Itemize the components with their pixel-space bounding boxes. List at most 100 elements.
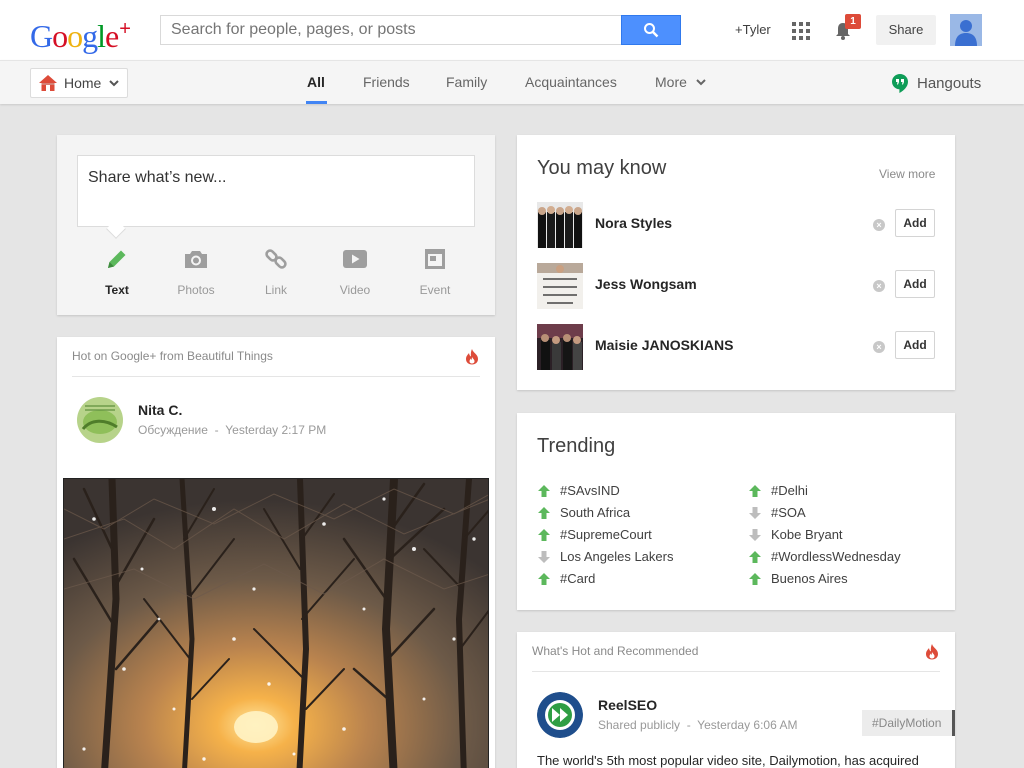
chevron-down-icon <box>696 78 706 85</box>
author-avatar-image <box>77 397 123 443</box>
person-name[interactable]: Maisie JANOSKIANS <box>595 337 733 353</box>
you-may-know-card: You may know View more Nora Styles × Add <box>517 135 955 390</box>
share-option-label: Link <box>264 283 287 297</box>
share-input[interactable]: Share what’s new... <box>77 155 475 227</box>
share-option-text[interactable]: Text <box>87 245 147 297</box>
search-icon <box>644 23 659 38</box>
share-option-photos[interactable]: Photos <box>166 245 226 297</box>
share-option-video[interactable]: Video <box>325 245 385 297</box>
trend-arrow <box>748 506 762 520</box>
trending-topic-label: Kobe Bryant <box>771 527 843 542</box>
share-option-link[interactable]: Link <box>246 245 306 297</box>
trend-up-arrow-icon <box>749 572 761 585</box>
user-avatar[interactable] <box>950 14 982 46</box>
pencil-icon <box>108 250 126 268</box>
share-option-label: Photos <box>177 283 215 297</box>
trend-up-arrow-icon <box>538 484 550 497</box>
tab-family[interactable]: Family <box>446 74 487 90</box>
trend-arrow <box>748 550 762 564</box>
add-person-button[interactable]: Add <box>895 270 935 298</box>
google-plus-logo[interactable]: Google+ <box>30 10 131 55</box>
share-button[interactable]: Share <box>876 15 936 45</box>
home-dropdown[interactable]: Home <box>30 68 128 98</box>
post-image[interactable] <box>63 478 489 768</box>
active-tab-indicator <box>306 101 327 104</box>
whats-hot-heading[interactable]: What's Hot and Recommended <box>532 644 698 658</box>
stream-nav-bar: Home All Friends Family Acquaintances Mo… <box>0 60 1024 104</box>
person-avatar[interactable] <box>537 324 583 370</box>
trending-topic[interactable]: Buenos Aires <box>748 571 848 586</box>
trending-topic[interactable]: Kobe Bryant <box>748 527 843 542</box>
trending-topic[interactable]: #SOA <box>748 505 806 520</box>
trending-topic-label: Los Angeles Lakers <box>560 549 674 564</box>
trend-arrow <box>748 572 762 586</box>
post-text: The world's 5th most popular video site,… <box>537 753 919 768</box>
flame-icon <box>926 644 938 660</box>
hangouts-label: Hangouts <box>917 75 982 92</box>
trend-arrow <box>748 484 762 498</box>
trend-up-arrow-icon <box>538 572 550 585</box>
tab-friends[interactable]: Friends <box>363 74 410 90</box>
tab-all[interactable]: All <box>307 74 325 90</box>
post-meta[interactable]: Обсуждение - Yesterday 2:17 PM <box>138 423 326 437</box>
dismiss-suggestion-icon[interactable]: × <box>873 219 885 231</box>
author-avatar[interactable] <box>77 397 123 443</box>
share-option-label: Event <box>419 283 451 297</box>
author-avatar[interactable] <box>537 692 583 738</box>
trend-arrow <box>537 550 551 564</box>
person-photo <box>537 263 583 309</box>
trending-topic[interactable]: #WordlessWednesday <box>748 549 901 564</box>
dismiss-suggestion-icon[interactable]: × <box>873 280 885 292</box>
trend-down-arrow-icon <box>749 528 761 541</box>
post-meta[interactable]: Shared publicly - Yesterday 6:06 AM <box>598 718 797 732</box>
share-option-label: Text <box>105 283 129 297</box>
person-avatar[interactable] <box>537 263 583 309</box>
share-option-event[interactable]: Event <box>405 245 465 297</box>
chevron-down-icon <box>109 79 120 86</box>
trend-up-arrow-icon <box>749 550 761 563</box>
search-button[interactable] <box>621 15 681 45</box>
video-icon <box>343 250 367 268</box>
tab-acquaintances[interactable]: Acquaintances <box>525 74 617 90</box>
notification-badge[interactable]: 1 <box>845 14 861 29</box>
home-icon <box>39 75 57 91</box>
suggested-person: Nora Styles × Add <box>537 202 937 248</box>
hot-post-heading[interactable]: Hot on Google+ from Beautiful Things <box>72 349 273 363</box>
view-more-link[interactable]: View more <box>879 167 935 181</box>
whats-hot-card: What's Hot and Recommended ReelSEO Share… <box>517 632 955 768</box>
dismiss-suggestion-icon[interactable]: × <box>873 341 885 353</box>
hashtag-chip[interactable]: #DailyMotion <box>862 710 955 736</box>
reelseo-logo-icon <box>537 692 583 738</box>
person-name[interactable]: Jess Wongsam <box>595 276 697 292</box>
divider <box>532 671 940 672</box>
link-icon <box>265 249 287 269</box>
search-input[interactable] <box>160 15 621 45</box>
trending-topic[interactable]: #SAvsIND <box>537 483 620 498</box>
author-name[interactable]: ReelSEO <box>598 697 657 713</box>
trending-topic[interactable]: South Africa <box>537 505 630 520</box>
tab-more[interactable]: More <box>655 74 706 90</box>
author-name[interactable]: Nita C. <box>138 402 182 418</box>
apps-grid-icon[interactable] <box>792 22 810 40</box>
add-person-button[interactable]: Add <box>895 209 935 237</box>
trending-topic[interactable]: #Card <box>537 571 595 586</box>
camera-icon <box>185 251 207 268</box>
you-may-know-title: You may know <box>537 157 667 179</box>
add-person-button[interactable]: Add <box>895 331 935 359</box>
person-avatar[interactable] <box>537 202 583 248</box>
trend-arrow <box>537 484 551 498</box>
person-name[interactable]: Nora Styles <box>595 215 672 231</box>
profile-link[interactable]: +Tyler <box>735 22 771 37</box>
trending-topic[interactable]: #SupremeCourt <box>537 527 652 542</box>
hangouts-button[interactable]: Hangouts <box>891 73 981 94</box>
trend-up-arrow-icon <box>538 506 550 519</box>
tab-more-label: More <box>655 74 687 90</box>
event-icon <box>425 249 445 269</box>
person-photo <box>537 202 583 248</box>
trending-card: Trending #SAvsIND South Africa #SupremeCou… <box>517 413 955 610</box>
winter-forest-photo <box>64 479 488 768</box>
trend-up-arrow-icon <box>749 484 761 497</box>
trending-topic[interactable]: #Delhi <box>748 483 808 498</box>
trending-topic-label: #Delhi <box>771 483 808 498</box>
trending-topic[interactable]: Los Angeles Lakers <box>537 549 673 564</box>
